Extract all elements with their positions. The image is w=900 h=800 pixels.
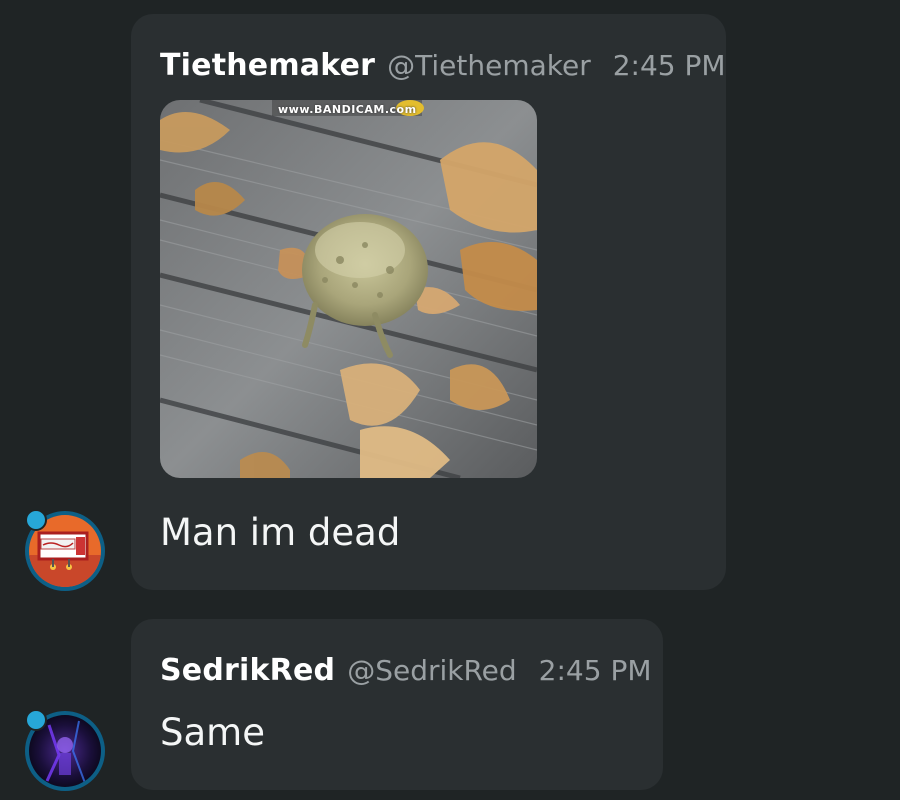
- message-text: Same: [160, 711, 265, 754]
- user-handle[interactable]: @SedrikRed: [347, 654, 516, 687]
- timestamp: 2:45 PM: [612, 49, 726, 82]
- user-handle[interactable]: @Tiethemaker: [387, 49, 591, 82]
- video-attachment[interactable]: www.BANDICAM.com: [160, 100, 537, 478]
- watermark-text: www.BANDICAM.com: [278, 103, 417, 116]
- avatar-sedrikred[interactable]: [25, 709, 105, 791]
- message-header: Tiethemaker @Tiethemaker 2:45 PM: [160, 48, 726, 83]
- username[interactable]: SedrikRed: [160, 653, 335, 688]
- avatar-tiethemaker[interactable]: [25, 509, 105, 591]
- message-header: SedrikRed @SedrikRed 2:45 PM: [160, 653, 652, 688]
- message-bubble[interactable]: SedrikRed @SedrikRed 2:45 PM Same: [131, 619, 663, 790]
- attachment-thumbnail: [160, 100, 537, 478]
- status-badge-icon: [25, 509, 47, 531]
- message-text: Man im dead: [160, 511, 401, 554]
- status-badge-icon: [25, 709, 47, 731]
- timestamp: 2:45 PM: [538, 654, 652, 687]
- username[interactable]: Tiethemaker: [160, 48, 375, 83]
- message-bubble[interactable]: Tiethemaker @Tiethemaker 2:45 PM www.BAN…: [131, 14, 726, 590]
